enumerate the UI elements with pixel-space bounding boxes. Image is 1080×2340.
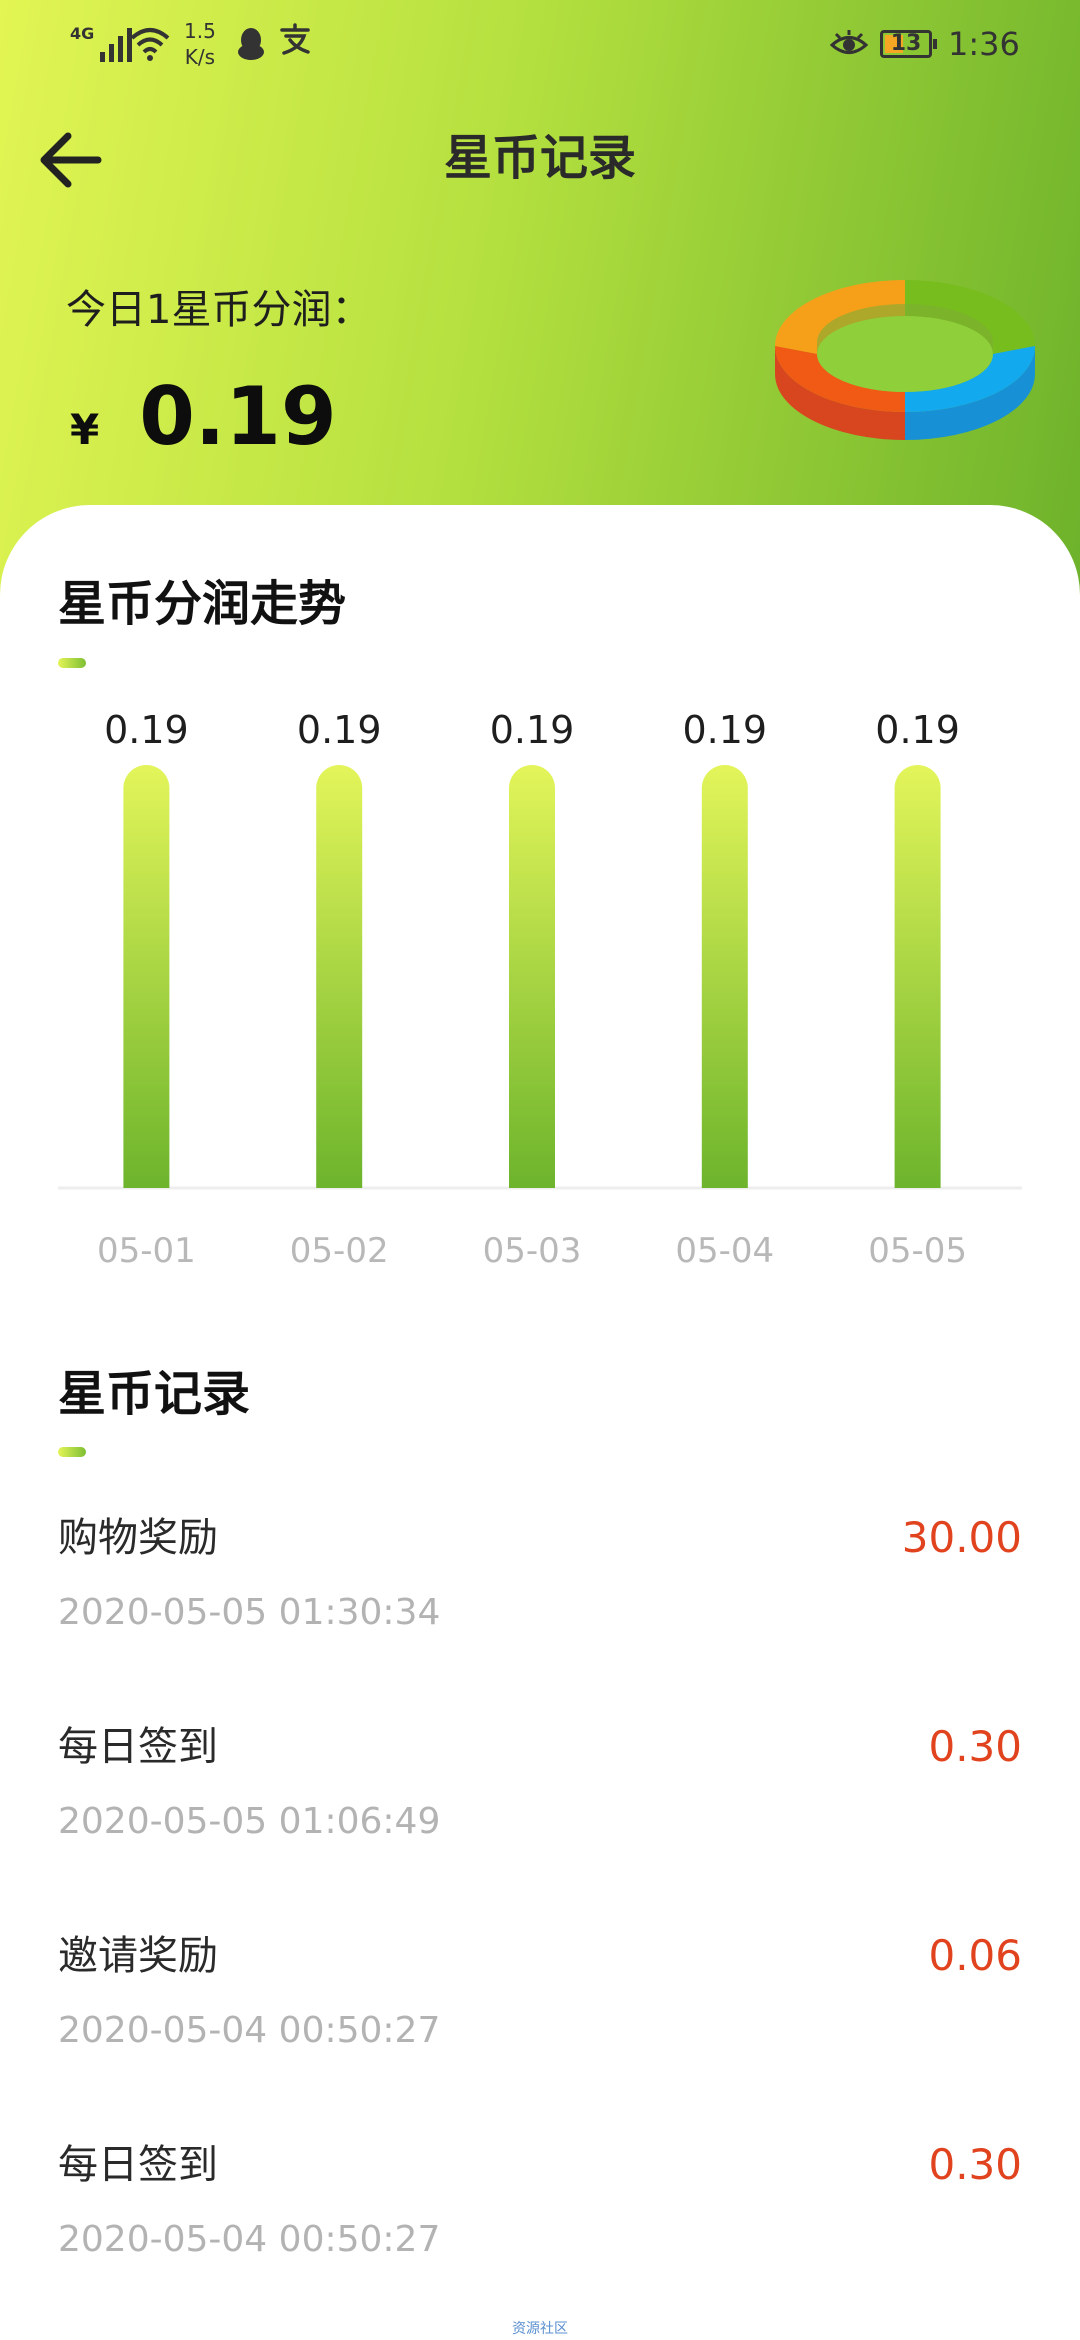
x-tick-label: 05-03 (483, 1231, 582, 1271)
record-title: 每日签到 (58, 2142, 218, 2188)
record-amount: 30.00 (901, 1513, 1022, 1562)
record-item[interactable]: 每日签到 2020-05-04 00:50:27 0.30 (58, 2137, 1022, 2317)
record-time: 2020-05-05 01:30:34 (58, 1592, 441, 1633)
chart-bar (316, 765, 363, 1188)
bar-value-label: 0.19 (875, 708, 960, 752)
record-title: 购物奖励 (58, 1515, 218, 1561)
x-tick-label: 05-04 (675, 1231, 774, 1271)
record-time: 2020-05-04 00:50:27 (58, 2010, 441, 2051)
record-amount: 0.30 (928, 2140, 1022, 2189)
chart-bar (123, 765, 170, 1188)
bar-value-label: 0.19 (297, 708, 382, 752)
chart-bar (701, 765, 748, 1188)
record-item[interactable]: 邀请奖励 2020-05-04 00:50:27 0.06 (58, 1928, 1022, 2108)
record-time: 2020-05-05 01:06:49 (58, 1801, 441, 1842)
x-tick-label: 05-02 (290, 1231, 389, 1271)
bar-value-label: 0.19 (490, 708, 575, 752)
bar-value-label: 0.19 (104, 708, 189, 752)
records-section-title: 星币记录 (58, 1366, 251, 1422)
record-item[interactable]: 每日签到 2020-05-05 01:06:49 0.30 (58, 1719, 1022, 1899)
chart-bar (894, 765, 941, 1188)
watermark: 资源社区 (512, 2321, 568, 2337)
x-tick-label: 05-05 (868, 1231, 967, 1271)
record-title: 邀请奖励 (58, 1933, 218, 1979)
record-amount: 0.06 (928, 1931, 1022, 1980)
bar-value-label: 0.19 (682, 708, 767, 752)
record-amount: 0.30 (928, 1722, 1022, 1771)
record-title: 每日签到 (58, 1724, 218, 1770)
chart-bar (509, 765, 555, 1188)
x-tick-label: 05-01 (97, 1231, 196, 1271)
record-item[interactable]: 购物奖励 2020-05-05 01:30:34 30.00 (58, 1510, 1022, 1690)
record-time: 2020-05-04 00:50:27 (58, 2219, 441, 2260)
profit-trend-chart: 0.19 05-01 0.19 05-02 0.19 05-03 0.19 05-04 0.19… (58, 708, 1022, 1271)
section-accent (58, 1447, 86, 1457)
